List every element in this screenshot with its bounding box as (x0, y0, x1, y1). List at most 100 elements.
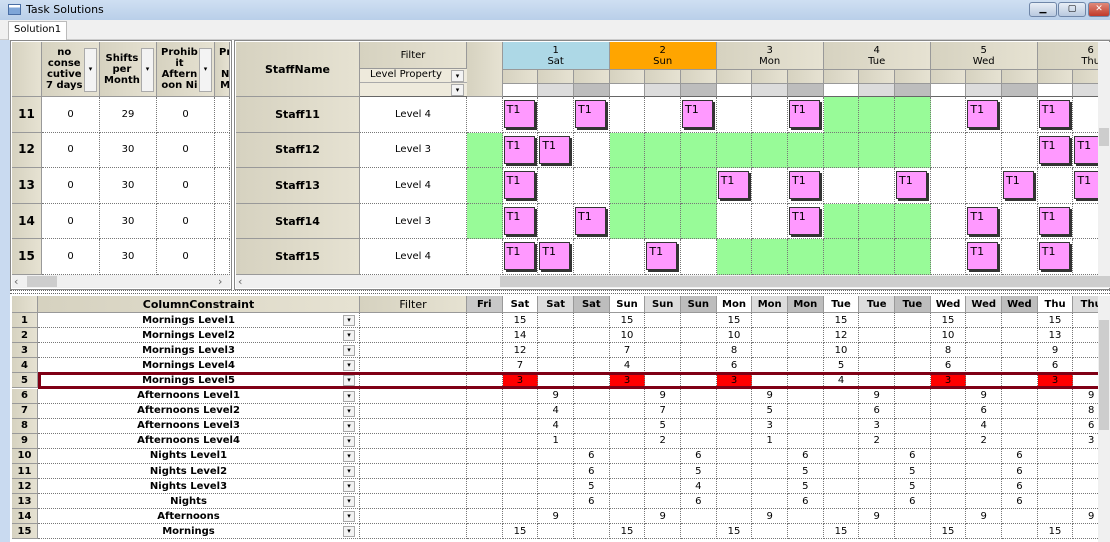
schedule-cell[interactable]: T1 (966, 239, 1003, 275)
constraint-value-cell[interactable] (1002, 524, 1038, 540)
constraint-name-cell[interactable]: Afternoons Level2 (38, 403, 360, 419)
schedule-cell[interactable] (574, 239, 610, 275)
staff-name-cell[interactable]: Staff11 (236, 97, 360, 133)
constraint-value-cell[interactable] (859, 328, 896, 344)
constraint-violation-cell[interactable]: 3 (716, 373, 753, 389)
constraint-value-cell[interactable]: 15 (1037, 313, 1074, 329)
schedule-cell[interactable]: T1 (502, 239, 539, 275)
constraint-value-cell[interactable]: 7 (609, 343, 646, 359)
schedule-cell[interactable] (930, 132, 967, 169)
scrollbar-thumb[interactable] (500, 276, 1110, 287)
constraint-value-cell[interactable] (966, 358, 1003, 374)
constraint-value-cell[interactable] (1002, 388, 1038, 404)
constraint-value-cell[interactable] (895, 509, 931, 525)
schedule-cell[interactable] (681, 203, 717, 240)
constraint-value-cell[interactable]: 15 (823, 313, 860, 329)
constraint-dropdown[interactable]: ▾ (343, 450, 355, 462)
constraint-value-cell[interactable] (574, 328, 610, 344)
constraint-value-cell[interactable]: 6 (574, 448, 610, 464)
schedule-cell[interactable]: T1 (574, 203, 610, 240)
constraint-value-cell[interactable] (752, 494, 789, 510)
constraint-value-cell[interactable] (788, 433, 824, 449)
constraint-value-cell[interactable]: 6 (1002, 479, 1038, 495)
schedule-cell[interactable] (752, 97, 789, 133)
constraint-value-cell[interactable]: 15 (716, 524, 753, 540)
schedule-cell[interactable] (823, 203, 860, 240)
scrollbar-thumb[interactable] (1099, 320, 1109, 430)
constraint-dropdown[interactable]: ▾ (343, 496, 355, 508)
constraint-value-cell[interactable] (859, 373, 896, 389)
constraint-value-cell[interactable] (1037, 479, 1074, 495)
column-filter-dropdown[interactable]: ▾ (84, 48, 97, 92)
constraint-value-cell[interactable] (788, 509, 824, 525)
schedule-cell[interactable] (859, 132, 896, 169)
constraint-value-cell[interactable] (645, 464, 681, 480)
constraint-value-cell[interactable] (574, 509, 610, 525)
constraint-filter-cell[interactable] (360, 433, 467, 449)
schedule-cell[interactable] (574, 168, 610, 204)
minimize-button[interactable]: ▁ (1029, 2, 1057, 17)
constraint-violation-cell[interactable]: 3 (502, 373, 539, 389)
schedule-cell[interactable] (574, 132, 610, 169)
constraint-value-cell[interactable] (788, 343, 824, 359)
constraint-value-cell[interactable] (1037, 448, 1074, 464)
constraint-value-cell[interactable] (859, 448, 896, 464)
schedule-cell[interactable]: T1 (645, 239, 681, 275)
constraint-value-cell[interactable]: 4 (538, 418, 574, 434)
task-block[interactable]: T1 (539, 242, 571, 271)
constraint-value-cell[interactable] (895, 328, 931, 344)
constraint-value-cell[interactable] (609, 388, 646, 404)
constraint-value-cell[interactable] (716, 388, 753, 404)
constraint-dropdown[interactable]: ▾ (343, 405, 355, 417)
task-block[interactable]: T1 (503, 100, 535, 128)
task-block[interactable]: T1 (1038, 100, 1070, 128)
constraint-value-cell[interactable]: 9 (538, 509, 574, 525)
constraint-value-cell[interactable]: 3 (752, 418, 789, 434)
schedule-cell[interactable]: T1 (538, 239, 574, 275)
staff-property-cell[interactable]: 30 (100, 168, 157, 204)
constraint-value-cell[interactable] (1002, 433, 1038, 449)
task-block[interactable]: T1 (1038, 242, 1070, 271)
schedule-cell[interactable] (752, 203, 789, 240)
schedule-cell[interactable] (681, 132, 717, 169)
constraint-value-cell[interactable]: 9 (859, 388, 896, 404)
schedule-cell[interactable] (930, 203, 967, 240)
constraint-value-cell[interactable]: 9 (1037, 343, 1074, 359)
schedule-cell[interactable] (681, 168, 717, 204)
staff-property-cell[interactable]: 30 (100, 132, 157, 169)
constraint-value-cell[interactable] (681, 418, 717, 434)
constraint-value-cell[interactable]: 5 (895, 464, 931, 480)
constraint-value-cell[interactable] (502, 403, 539, 419)
constraint-value-cell[interactable] (1002, 343, 1038, 359)
constraint-dropdown[interactable]: ▾ (343, 360, 355, 372)
task-block[interactable]: T1 (967, 100, 999, 128)
schedule-cell[interactable] (823, 168, 860, 204)
constraint-dropdown[interactable]: ▾ (343, 420, 355, 432)
vertical-scrollbar[interactable] (1098, 42, 1110, 275)
schedule-cell[interactable] (467, 168, 503, 204)
constraint-value-cell[interactable] (467, 388, 503, 404)
constraint-value-cell[interactable]: 15 (502, 524, 539, 540)
constraint-value-cell[interactable]: 3 (859, 418, 896, 434)
constraint-value-cell[interactable] (609, 464, 646, 480)
scrollbar-thumb[interactable] (27, 276, 57, 287)
schedule-cell[interactable]: T1 (895, 168, 931, 204)
constraint-filter-cell[interactable] (360, 358, 467, 374)
constraint-value-cell[interactable] (823, 448, 860, 464)
constraint-violation-cell[interactable]: 3 (609, 373, 646, 389)
task-block[interactable]: T1 (575, 100, 606, 128)
constraint-value-cell[interactable] (930, 418, 967, 434)
constraint-value-cell[interactable] (681, 313, 717, 329)
constraint-dropdown[interactable]: ▾ (343, 330, 355, 342)
schedule-cell[interactable] (752, 239, 789, 275)
schedule-cell[interactable] (930, 239, 967, 275)
constraint-name-cell[interactable]: Nights Level1 (38, 448, 360, 464)
staff-property-cell[interactable]: 0 (157, 132, 215, 169)
constraint-filter-cell[interactable] (360, 418, 467, 434)
constraint-value-cell[interactable]: 15 (823, 524, 860, 540)
constraint-value-cell[interactable] (895, 433, 931, 449)
constraint-value-cell[interactable] (467, 464, 503, 480)
schedule-cell[interactable] (467, 203, 503, 240)
constraint-value-cell[interactable] (681, 403, 717, 419)
schedule-cell[interactable] (645, 168, 681, 204)
